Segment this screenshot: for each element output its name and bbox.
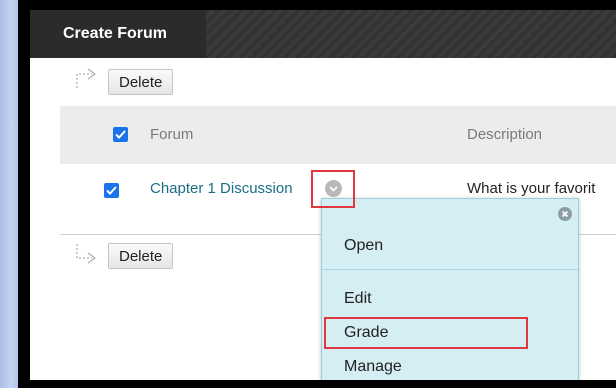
- column-header-forum[interactable]: Forum: [150, 126, 193, 143]
- menu-divider: [322, 269, 578, 270]
- menu-item-edit[interactable]: Edit: [322, 284, 578, 314]
- grade-highlight-box: [324, 317, 528, 349]
- delete-button-top[interactable]: Delete: [108, 69, 174, 95]
- bulk-action-arrow-icon: [74, 68, 100, 90]
- forum-panel: Create Forum Delete Forum Description Ch…: [30, 10, 616, 380]
- delete-button-bottom[interactable]: Delete: [108, 243, 174, 269]
- column-header-description[interactable]: Description: [467, 126, 542, 143]
- create-forum-button[interactable]: Create Forum: [30, 10, 206, 58]
- close-icon[interactable]: [558, 207, 572, 221]
- forum-link[interactable]: Chapter 1 Discussion: [150, 180, 293, 197]
- bulk-action-arrow-icon: [74, 242, 100, 264]
- table-header-row: Forum Description: [60, 106, 616, 164]
- menu-item-manage[interactable]: Manage: [322, 352, 578, 380]
- action-bar: Create Forum: [30, 10, 616, 58]
- row-menu-trigger[interactable]: [311, 170, 355, 208]
- forum-description: What is your favorit: [467, 180, 596, 197]
- left-background-strip: [0, 0, 18, 388]
- row-checkbox[interactable]: [104, 183, 119, 198]
- context-menu: Open Edit Grade Manage: [321, 198, 579, 380]
- menu-item-open[interactable]: Open: [322, 231, 578, 261]
- select-all-checkbox[interactable]: [113, 127, 128, 142]
- chevron-down-icon: [325, 180, 342, 197]
